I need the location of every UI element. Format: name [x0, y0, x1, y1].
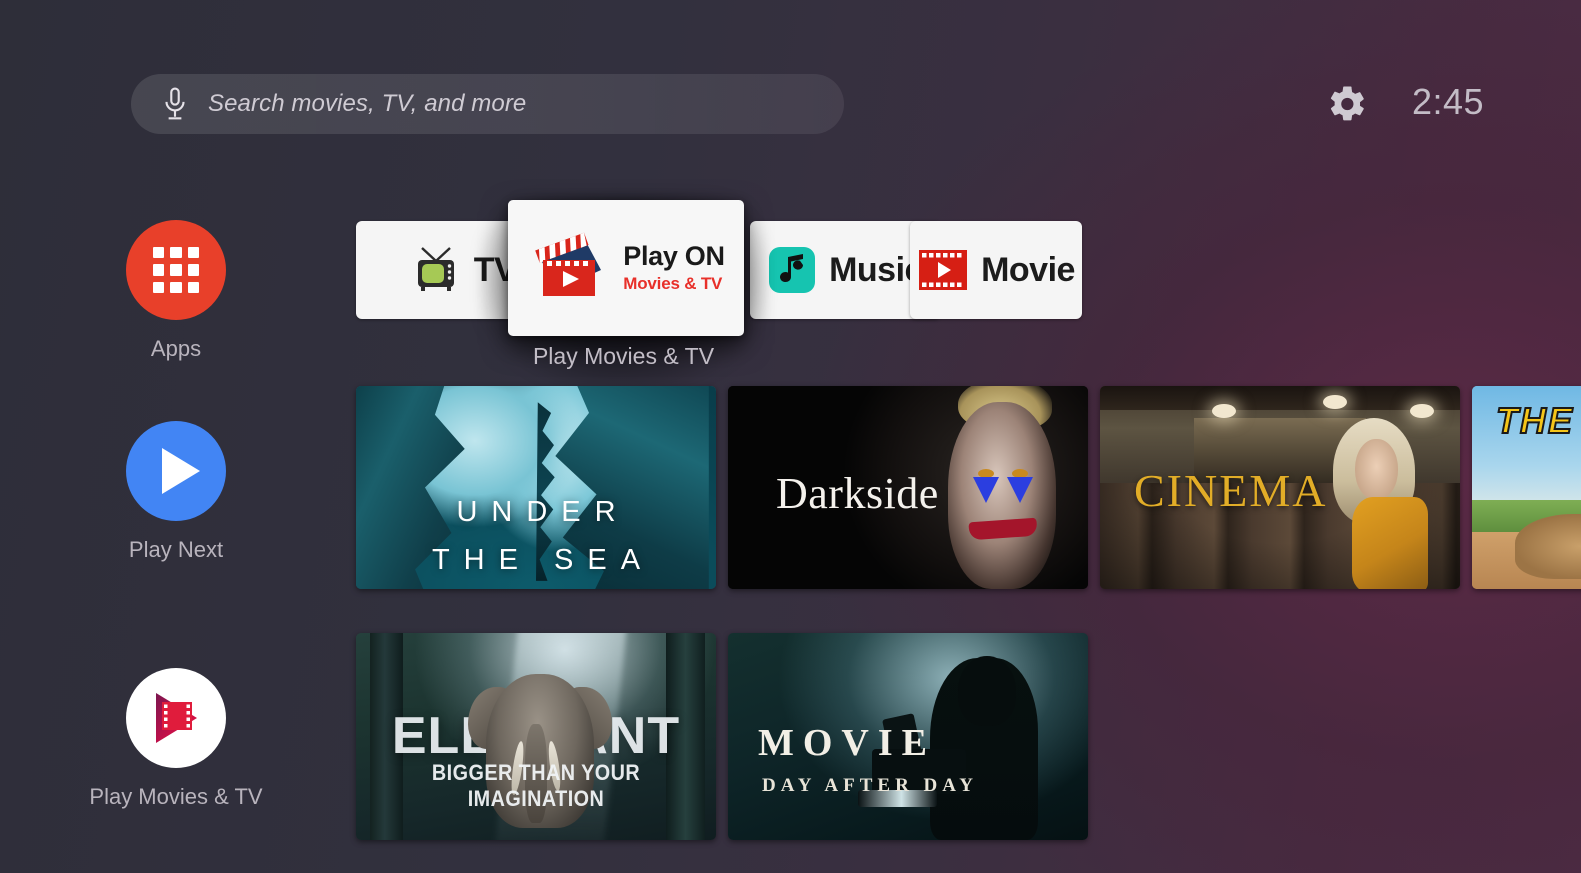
card-title: Darkside — [776, 469, 939, 518]
card-artwork: UNDER THE SEA — [356, 386, 716, 589]
sidebar-item-label: Play Next — [128, 537, 224, 562]
play-on-text-block: Play ON Movies & TV — [623, 240, 725, 294]
card-subtitle: BIGGER THAN YOUR IMAGINATION — [431, 760, 641, 811]
play-movies-logo-icon — [156, 693, 197, 743]
content-card-elephant[interactable]: ELEPHANT BIGGER THAN YOUR IMAGINATION — [356, 633, 716, 840]
app-card-movie[interactable]: Movie — [910, 221, 1082, 319]
card-artwork: THE — [1472, 386, 1581, 589]
cinema-lamp — [1409, 404, 1434, 419]
sidebar-item-play-next[interactable]: Play Next — [0, 421, 352, 563]
card-artwork: CINEMA — [1100, 386, 1460, 589]
card-title-line2: THE SEA — [431, 544, 655, 576]
joker-tear-right — [1007, 477, 1033, 504]
app-card-label: Movie — [981, 250, 1075, 289]
cinema-lamp — [1211, 404, 1236, 419]
sidebar-item-label: Play Movies & TV — [89, 784, 263, 809]
apps-icon-circle — [126, 220, 226, 320]
sidebar-item-play-movies-tv[interactable]: Play Movies & TV — [0, 668, 352, 810]
sidebar-item-label: Apps — [150, 336, 202, 361]
card-artwork: ELEPHANT BIGGER THAN YOUR IMAGINATION — [356, 633, 716, 840]
app-card-sublabel: Movies & TV — [623, 273, 723, 293]
focused-card-label: Play Movies & TV — [532, 343, 715, 369]
card-subtitle: DAY AFTER DAY — [762, 775, 978, 796]
play-movies-icon-circle — [126, 668, 226, 768]
search-placeholder-text: Search movies, TV, and more — [208, 90, 527, 117]
search-input[interactable]: Search movies, TV, and more — [131, 74, 844, 134]
joker-face — [947, 402, 1056, 589]
cinema-woman — [1320, 418, 1428, 589]
content-card-movie-day-after-day[interactable]: MOVIE DAY AFTER DAY — [728, 633, 1088, 840]
clock: 2:45 — [1412, 81, 1485, 122]
android-tv-home-screen: Search movies, TV, and more 2:45 Apps Pl… — [0, 0, 1581, 873]
card-artwork: MOVIE DAY AFTER DAY — [728, 633, 1088, 840]
cameraman-head — [958, 655, 1016, 727]
card-artwork: Darkside — [728, 386, 1088, 589]
cinema-ceiling — [1100, 386, 1460, 411]
app-card-label: Play ON — [623, 240, 725, 271]
content-card-cinema[interactable]: CINEMA — [1100, 386, 1460, 589]
card-title: MOVIE — [758, 722, 936, 764]
app-card-label: Music — [829, 250, 923, 289]
joker-tear-left — [972, 477, 999, 504]
retro-tv-icon — [417, 247, 454, 291]
gear-icon[interactable] — [1326, 83, 1368, 125]
app-card-play-on[interactable]: Play ON Movies & TV — [508, 200, 744, 336]
music-note-icon — [769, 247, 816, 293]
card-title: THE — [1495, 399, 1574, 442]
clapperboard-icon — [535, 232, 602, 296]
card-title: CINEMA — [1134, 465, 1328, 516]
sidebar-item-apps[interactable]: Apps — [0, 220, 352, 362]
play-next-icon-circle — [126, 421, 226, 521]
woman-face — [1355, 438, 1399, 501]
content-card-the-partial[interactable]: THE — [1472, 386, 1581, 589]
card-title-line1: UNDER — [456, 496, 630, 528]
content-card-darkside[interactable]: Darkside — [728, 386, 1088, 589]
top-bar: Search movies, TV, and more 2:45 — [0, 0, 1581, 180]
woman-dress — [1352, 496, 1428, 589]
play-triangle-icon — [162, 448, 200, 494]
film-strip-play-icon — [919, 250, 968, 290]
apps-grid-icon — [153, 247, 199, 293]
microphone-icon[interactable] — [162, 87, 188, 121]
content-card-under-the-sea[interactable]: UNDER THE SEA — [356, 386, 716, 589]
